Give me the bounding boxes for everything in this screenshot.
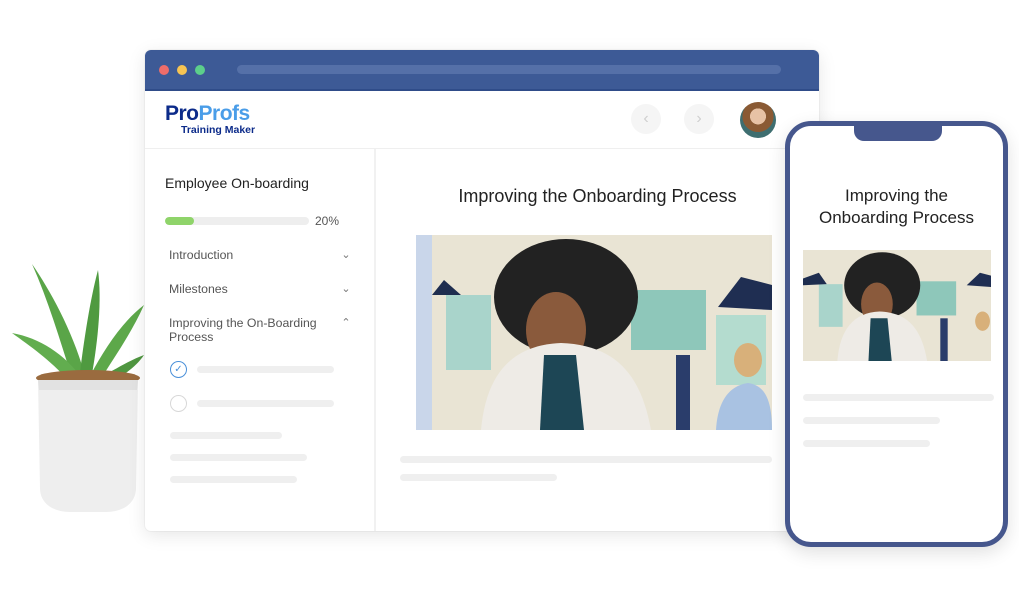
chevron-left-icon: ‹ xyxy=(643,110,649,127)
placeholder-bar xyxy=(803,440,930,447)
sidebar-section-introduction[interactable]: Introduction ⌄ xyxy=(165,248,354,262)
course-progress: 20% xyxy=(165,214,354,228)
logo-subtitle: Training Maker xyxy=(181,124,256,137)
sidebar-placeholder-lines xyxy=(165,432,354,483)
app-header: ProProfs Training Maker ‹ › xyxy=(145,91,819,149)
lesson-hero-image xyxy=(416,235,772,430)
section-label: Introduction xyxy=(169,248,234,262)
placeholder-bar xyxy=(400,474,557,481)
logo-pro-text: Pro xyxy=(165,102,199,126)
placeholder-bar xyxy=(803,417,940,424)
window-close-button[interactable] xyxy=(159,64,169,75)
course-title: Employee On-boarding xyxy=(165,175,309,191)
section-label: Improving the On-Boarding Process xyxy=(169,316,317,344)
lesson-placeholder-bar xyxy=(197,400,334,407)
placeholder-bar xyxy=(170,476,297,483)
placeholder-bar xyxy=(400,456,772,463)
proprofs-logo[interactable]: ProProfs Training Maker xyxy=(165,103,255,136)
placeholder-bar xyxy=(803,394,994,401)
logo-profs-text: Profs xyxy=(198,102,251,126)
placeholder-bar xyxy=(170,454,307,461)
phone-lesson-title: Improving the Onboarding Process xyxy=(819,186,974,227)
empty-circle-icon xyxy=(170,395,187,412)
lesson-title: Improving the Onboarding Process xyxy=(458,186,737,206)
lesson-content: Improving the Onboarding Process xyxy=(376,149,819,531)
course-body: Employee On-boarding 20% Introduction ⌄ … xyxy=(145,149,819,531)
chevron-down-icon: ⌄ xyxy=(341,249,351,261)
course-sidebar: Employee On-boarding 20% Introduction ⌄ … xyxy=(145,149,376,531)
browser-titlebar xyxy=(145,50,819,91)
sidebar-section-milestones[interactable]: Milestones ⌄ xyxy=(165,282,354,296)
phone-hero-image xyxy=(803,250,991,361)
chevron-right-icon: › xyxy=(696,110,702,127)
progress-label: 20% xyxy=(315,214,340,228)
placeholder-bar xyxy=(170,432,282,439)
window-maximize-button[interactable] xyxy=(195,64,205,75)
previous-button[interactable]: ‹ xyxy=(631,104,661,134)
browser-window: ProProfs Training Maker ‹ › Employee On-… xyxy=(145,50,819,531)
user-avatar[interactable] xyxy=(740,102,776,138)
lesson-item-pending[interactable] xyxy=(165,395,354,412)
plant-decoration xyxy=(12,264,144,512)
phone-notch xyxy=(854,126,942,141)
chevron-up-icon: ⌃ xyxy=(341,317,351,329)
check-circle-icon: ✓ xyxy=(170,361,187,378)
pot xyxy=(38,380,138,512)
phone-placeholder-lines xyxy=(803,394,994,463)
progress-track xyxy=(165,217,309,225)
lesson-item-completed[interactable]: ✓ xyxy=(165,361,354,378)
logo-wordmark: ProProfs xyxy=(165,103,255,124)
progress-fill xyxy=(165,217,194,225)
lesson-placeholder-bar xyxy=(197,366,334,373)
chevron-down-icon: ⌄ xyxy=(341,283,351,295)
aloe-leaves xyxy=(12,264,144,386)
lesson-placeholder-lines xyxy=(400,456,772,481)
address-bar[interactable] xyxy=(237,65,781,74)
sidebar-section-improving-onboarding[interactable]: Improving the On-Boarding Process ⌃ xyxy=(165,316,354,344)
next-button[interactable]: › xyxy=(684,104,714,134)
phone-mockup: Improving the Onboarding Process xyxy=(785,121,1008,547)
promo-stage: ProProfs Training Maker ‹ › Employee On-… xyxy=(0,0,1019,601)
window-minimize-button[interactable] xyxy=(177,64,187,75)
section-label: Milestones xyxy=(169,282,228,296)
